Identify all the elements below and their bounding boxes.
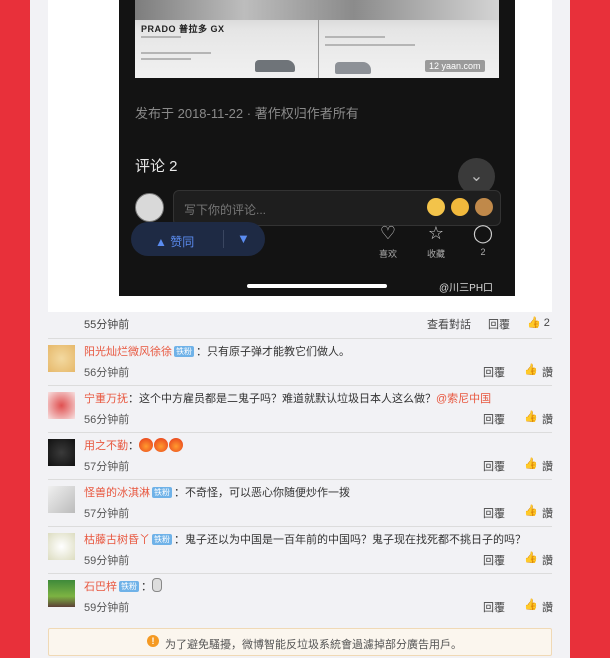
upvote-button[interactable]: ▲ 赞同 (155, 233, 194, 250)
warning-icon: ! (147, 635, 159, 647)
reply-link[interactable]: 回覆 (483, 505, 505, 521)
comment-username[interactable]: 用之不勤 (84, 440, 128, 452)
emoji-icon[interactable] (451, 198, 469, 216)
reply-link[interactable]: 回覆 (488, 316, 510, 332)
like-label[interactable]: 讚 (542, 505, 553, 521)
brochure-watermark: 12 yaan.com (425, 60, 485, 72)
thumbs-up-icon[interactable]: 👍 (524, 504, 538, 517)
comment-username[interactable]: 石巴梓 (84, 581, 117, 593)
fan-badge: 铁粉 (152, 534, 172, 545)
comment-time: 57分钟前 (84, 461, 130, 473)
comment-username[interactable]: 阳光灿烂微风徐徐 (84, 346, 172, 358)
list-item: 用之不勤： 57分钟前 回覆 👍 讚 (48, 432, 553, 479)
thumbs-up-icon[interactable]: 👍 (524, 363, 538, 376)
comments-title: 评论 2 (135, 158, 178, 175)
avatar (48, 439, 75, 466)
thumbs-up-icon: 👍 (527, 317, 541, 329)
list-item: 宁重万抚：这个中方雇员都是二鬼子吗？难道就默认垃圾日本人这么做？@索尼中国 56… (48, 385, 553, 432)
comment-text: ： (128, 440, 139, 452)
avatar (135, 193, 164, 222)
like-label[interactable]: 讚 (542, 552, 553, 568)
avatar (48, 392, 75, 419)
reply-link[interactable]: 回覆 (483, 458, 505, 474)
fire-emoji-icon (139, 438, 184, 455)
vote-bar: ▲ 赞同 ▼ (131, 222, 265, 256)
car-thumbnail (255, 60, 295, 72)
comment-time: 56分钟前 (84, 367, 130, 379)
emoji-icon[interactable] (475, 198, 493, 216)
list-item: 阳光灿烂微风徐徐 铁粉 ：只有原子弹才能教它们做人。 56分钟前 回覆 👍 讚 (48, 338, 553, 385)
heart-icon: ♡ (379, 223, 397, 243)
post-time: 55分钟前 (84, 319, 130, 331)
comment-action[interactable]: ◯ 2 (463, 223, 503, 257)
list-item: 枯藤古树昏丫 铁粉 ：鬼子还以为中国是一百年前的中国吗？鬼子现在找死都不挑日子的吗？… (48, 526, 553, 573)
like-label[interactable]: 讚 (542, 458, 553, 474)
embedded-screenshot: PRADO 普拉多 GX 12 yaan.com 发布于 2018-11-22 … (119, 0, 515, 296)
emoji-icon[interactable] (427, 198, 445, 216)
list-item: 石巴梓 铁粉： 59分钟前 回覆 👍 讚 (48, 573, 553, 620)
thumbs-up-icon[interactable]: 👍 (524, 410, 538, 423)
notice-text: 为了避免騷擾，微博智能反垃圾系統會過濾掉部分廣告用戶。 (165, 639, 462, 651)
reply-link[interactable]: 回覆 (483, 599, 505, 615)
comment-username[interactable]: 怪兽的冰淇淋 (84, 487, 150, 499)
publish-info: 发布于 2018-11-22 · 著作权归作者所有 (135, 106, 359, 121)
avatar (48, 533, 75, 560)
brochure-brand: PRADO 普拉多 GX (141, 24, 225, 34)
reply-link[interactable]: 回覆 (483, 411, 505, 427)
comment-bubble-icon: ◯ (472, 223, 494, 243)
like-button[interactable]: 👍 2 (527, 316, 550, 329)
reply-link[interactable]: 回覆 (483, 552, 505, 568)
fan-badge: 铁粉 (119, 581, 139, 592)
avatar (48, 486, 75, 513)
comment-time: 59分钟前 (84, 602, 130, 614)
reply-link[interactable]: 回覆 (483, 364, 505, 380)
fan-badge: 铁粉 (174, 346, 194, 357)
car-brochure-image: PRADO 普拉多 GX 12 yaan.com (135, 0, 499, 78)
thumbs-up-icon[interactable]: 👍 (524, 457, 538, 470)
comment-text: ：这个中方雇员都是二鬼子吗？难道就默认垃圾日本人这么做？ (128, 393, 436, 405)
weibo-watermark: @川三PH口 (439, 283, 494, 294)
post-meta-row: 55分钟前 查看對話 回覆 👍 2 (0, 316, 552, 332)
comment-username[interactable]: 宁重万抚 (84, 393, 128, 405)
comment-input-placeholder: 写下你的评论... (184, 203, 267, 217)
thumbs-up-icon[interactable]: 👍 (524, 551, 538, 564)
list-item: 怪兽的冰淇淋 铁粉 ：不奇怪，可以恶心你随便炒作一拨 57分钟前 回覆 👍 讚 (48, 479, 553, 526)
comment-username[interactable]: 枯藤古树昏丫 (84, 534, 150, 546)
favorite-action[interactable]: ☆ 收藏 (416, 223, 456, 260)
triangle-up-icon: ▲ (155, 235, 167, 249)
microphone-emoji-icon (152, 578, 162, 592)
comment-input[interactable]: 写下你的评论... (173, 190, 501, 226)
comment-time: 56分钟前 (84, 414, 130, 426)
mention-link[interactable]: @索尼中国 (436, 393, 491, 405)
comment-text: ：鬼子还以为中国是一百年前的中国吗？鬼子现在找死都不挑日子的吗？ (174, 534, 526, 546)
fan-badge: 铁粉 (152, 487, 172, 498)
comment-text: ：不奇怪，可以恶心你随便炒作一拨 (174, 487, 350, 499)
car-thumbnail (335, 62, 371, 74)
comment-text: ：只有原子弹才能教它们做人。 (196, 346, 350, 358)
comment-time: 59分钟前 (84, 555, 130, 567)
anti-spam-notice: ! 为了避免騷擾，微博智能反垃圾系統會過濾掉部分廣告用戶。 (48, 628, 552, 656)
like-label[interactable]: 讚 (542, 411, 553, 427)
like-label[interactable]: 讚 (542, 599, 553, 615)
triangle-down-icon[interactable]: ▼ (237, 231, 250, 246)
star-icon: ☆ (427, 223, 445, 243)
view-conversation-link[interactable]: 查看對話 (427, 316, 471, 332)
avatar (48, 345, 75, 372)
avatar (48, 580, 75, 607)
thumbs-up-icon[interactable]: 👍 (524, 598, 538, 611)
like-label[interactable]: 讚 (542, 364, 553, 380)
home-indicator (247, 284, 387, 288)
like-action[interactable]: ♡ 喜欢 (368, 223, 408, 260)
comment-time: 57分钟前 (84, 508, 130, 520)
comment-text: ： (141, 581, 152, 593)
